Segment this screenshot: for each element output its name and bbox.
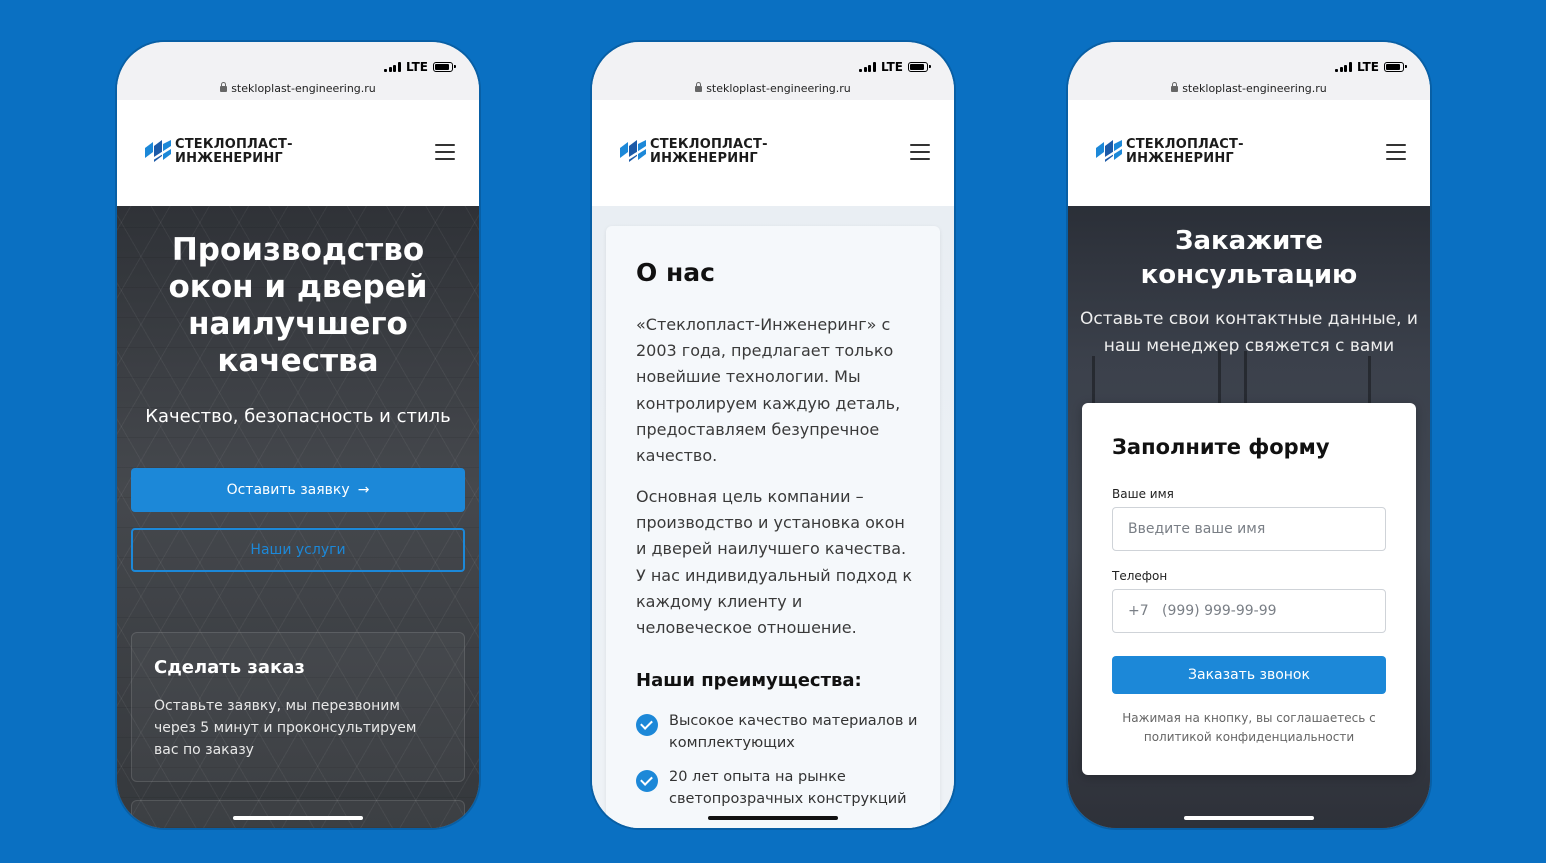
next-card	[131, 800, 465, 828]
address-bar[interactable]: stekloplast-engineering.ru	[592, 82, 954, 95]
home-indicator	[233, 816, 363, 820]
order-card-text: Оставьте заявку, мы перезвоним через 5 м…	[154, 698, 417, 758]
leave-request-button[interactable]: Оставить заявку →	[131, 468, 465, 512]
lock-icon	[1171, 82, 1179, 92]
hero-subtitle: Качество, безопасность и стиль	[145, 406, 451, 427]
site-header: СТЕКЛОПЛАСТ- ИНЖЕНЕРИНГ	[117, 100, 479, 206]
site-header: СТЕКЛОПЛАСТ- ИНЖЕНЕРИНГ	[592, 100, 954, 206]
order-card-title: Сделать заказ	[154, 657, 305, 678]
home-indicator	[1184, 816, 1314, 820]
phone-input[interactable]: +7 (999) 999-99-99	[1112, 589, 1386, 633]
phone-consultation: LTE stekloplast-engineering.ru СТЕКЛОПЛА…	[1068, 42, 1430, 828]
form-title: Заполните форму	[1112, 435, 1330, 459]
check-icon	[636, 714, 658, 736]
logo[interactable]: СТЕКЛОПЛАСТ- ИНЖЕНЕРИНГ	[1094, 138, 1244, 166]
logo-icon	[1094, 140, 1122, 164]
consultation-title: Закажите консультацию	[1140, 226, 1358, 290]
address-bar[interactable]: stekloplast-engineering.ru	[117, 82, 479, 95]
network-label: LTE	[1356, 60, 1379, 74]
signal-icon	[859, 62, 876, 72]
home-indicator	[708, 816, 838, 820]
logo-icon	[143, 140, 171, 164]
network-label: LTE	[405, 60, 428, 74]
logo-line2: ИНЖЕНЕРИНГ	[650, 151, 758, 166]
name-input[interactable]: Введите ваше имя	[1112, 507, 1386, 551]
check-icon	[636, 770, 658, 792]
menu-icon[interactable]	[910, 144, 930, 160]
status-bar: LTE stekloplast-engineering.ru	[592, 42, 954, 100]
battery-icon	[908, 62, 931, 72]
advantages-list: Высокое качество материалов и комплектую…	[636, 710, 920, 822]
logo-line1: СТЕКЛОПЛАСТ-	[175, 137, 293, 152]
order-card: Сделать заказ Оставьте заявку, мы перезв…	[131, 632, 465, 782]
privacy-note: Нажимая на кнопку, вы соглашаетесь с пол…	[1122, 711, 1376, 744]
phone-label: Телефон	[1112, 569, 1168, 583]
name-label: Ваше имя	[1112, 487, 1174, 501]
logo-line2: ИНЖЕНЕРИНГ	[175, 151, 283, 166]
consultation-form: Заполните форму Ваше имя Введите ваше им…	[1082, 403, 1416, 775]
hero-section: Производство окон и дверей наилучшего ка…	[117, 206, 479, 828]
about-title: О нас	[636, 258, 715, 287]
advantages-title: Наши преимущества:	[636, 670, 862, 691]
menu-icon[interactable]	[435, 144, 455, 160]
signal-icon	[1335, 62, 1352, 72]
phone-about: LTE stekloplast-engineering.ru СТЕКЛОПЛА…	[592, 42, 954, 828]
lock-icon	[695, 82, 703, 92]
consultation-subtitle: Оставьте свои контактные данные, и наш м…	[1080, 309, 1418, 356]
menu-icon[interactable]	[1386, 144, 1406, 160]
list-item: 20 лет опыта на рынке светопрозрачных ко…	[636, 766, 920, 810]
order-call-button[interactable]: Заказать звонок	[1112, 656, 1386, 694]
logo-line1: СТЕКЛОПЛАСТ-	[650, 137, 768, 152]
battery-icon	[1384, 62, 1407, 72]
consultation-section: Закажите консультацию Оставьте свои конт…	[1068, 206, 1430, 828]
hero-title: Производство окон и дверей наилучшего ка…	[168, 232, 428, 379]
about-paragraph-2: Основная цель компании – производство и …	[636, 487, 913, 638]
arrow-right-icon: →	[357, 482, 370, 498]
network-label: LTE	[880, 60, 903, 74]
url-text: stekloplast-engineering.ru	[231, 82, 376, 95]
status-bar: LTE stekloplast-engineering.ru	[117, 42, 479, 100]
our-services-button[interactable]: Наши услуги	[131, 528, 465, 572]
url-text: stekloplast-engineering.ru	[1182, 82, 1327, 95]
status-bar: LTE stekloplast-engineering.ru	[1068, 42, 1430, 100]
address-bar[interactable]: stekloplast-engineering.ru	[1068, 82, 1430, 95]
lock-icon	[220, 82, 228, 92]
logo[interactable]: СТЕКЛОПЛАСТ- ИНЖЕНЕРИНГ	[143, 138, 293, 166]
about-card: О нас «Стеклопласт-Инженеринг» с 2003 го…	[606, 226, 940, 828]
logo-icon	[618, 140, 646, 164]
logo-line1: СТЕКЛОПЛАСТ-	[1126, 137, 1244, 152]
phone-home: LTE stekloplast-engineering.ru СТЕКЛОПЛА…	[117, 42, 479, 828]
about-paragraph-1: «Стеклопласт-Инженеринг» с 2003 года, пр…	[636, 315, 901, 466]
url-text: stekloplast-engineering.ru	[706, 82, 851, 95]
list-item: Высокое качество материалов и комплектую…	[636, 710, 920, 754]
signal-icon	[384, 62, 401, 72]
battery-icon	[433, 62, 456, 72]
logo-line2: ИНЖЕНЕРИНГ	[1126, 151, 1234, 166]
site-header: СТЕКЛОПЛАСТ- ИНЖЕНЕРИНГ	[1068, 100, 1430, 206]
logo[interactable]: СТЕКЛОПЛАСТ- ИНЖЕНЕРИНГ	[618, 138, 768, 166]
